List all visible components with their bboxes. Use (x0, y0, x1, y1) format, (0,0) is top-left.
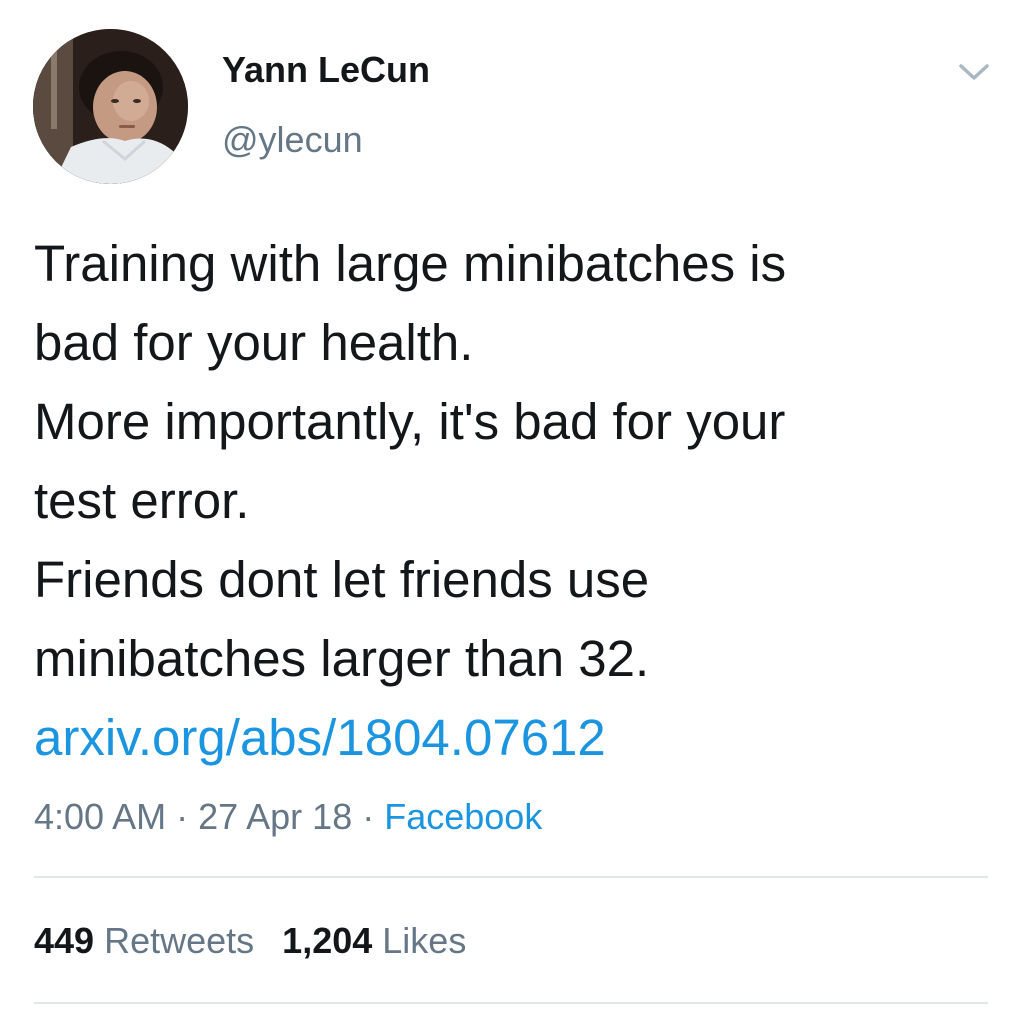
divider (34, 1002, 988, 1004)
tweet-text-line: Training with large minibatches is (34, 235, 787, 292)
tweet-meta: 4:00 AM · 27 Apr 18 · Facebook (34, 792, 542, 842)
tweet-stats: 449 Retweets 1,204 Likes (34, 916, 494, 966)
tweet-text-line: bad for your health. (34, 314, 474, 371)
tweet-text-line: Friends dont let friends use (34, 551, 650, 608)
tweet-text-line: test error. (34, 472, 250, 529)
tweet-card: Yann LeCun @ylecun Training with large m… (0, 0, 1022, 1024)
retweets-label: Retweets (104, 920, 255, 961)
likes-label: Likes (382, 920, 467, 961)
avatar-photo (33, 29, 188, 184)
tweet-text: Training with large minibatches is bad f… (34, 224, 994, 777)
tweet-date[interactable]: 27 Apr 18 (198, 796, 352, 837)
avatar[interactable] (33, 29, 188, 184)
display-name[interactable]: Yann LeCun (222, 48, 430, 92)
meta-separator: · (362, 796, 375, 837)
divider (34, 876, 988, 878)
retweets-count: 449 (34, 920, 95, 961)
retweets-stat[interactable]: 449 Retweets (34, 920, 254, 961)
tweet-text-line: minibatches larger than 32. (34, 630, 650, 687)
tweet-source-link[interactable]: Facebook (384, 796, 542, 837)
tweet-link[interactable]: arxiv.org/abs/1804.07612 (34, 709, 606, 766)
likes-count: 1,204 (282, 920, 373, 961)
tweet-text-line: More importantly, it's bad for your (34, 393, 786, 450)
chevron-down-icon[interactable] (954, 56, 994, 88)
meta-separator: · (176, 796, 189, 837)
user-handle[interactable]: @ylecun (222, 118, 363, 162)
tweet-time[interactable]: 4:00 AM (34, 796, 166, 837)
likes-stat[interactable]: 1,204 Likes (282, 920, 466, 961)
